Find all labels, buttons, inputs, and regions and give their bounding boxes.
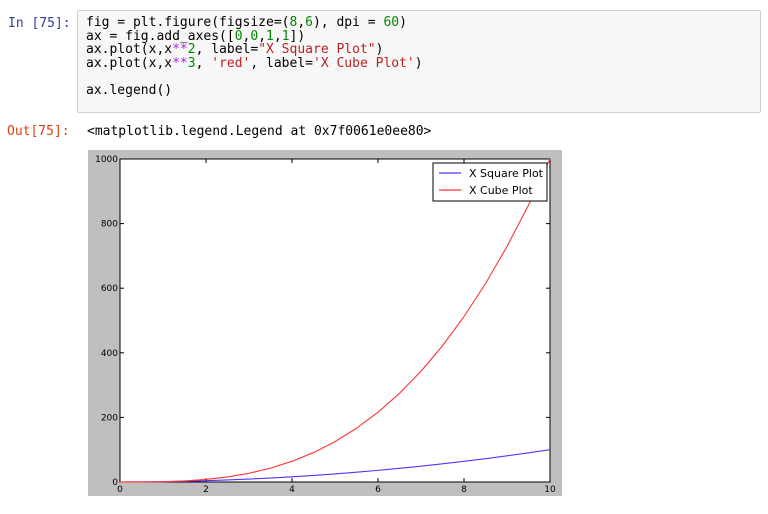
code-line: ax.plot(x,x**2, label="X Square Plot"): [86, 43, 760, 57]
x-tick-label: 0: [117, 485, 123, 495]
code-input-area[interactable]: fig = plt.figure(figsize=(8,6), dpi = 60…: [77, 10, 761, 113]
x-tick-label: 6: [375, 485, 381, 495]
code-token: 3: [187, 55, 196, 71]
code-token: ), dpi =: [312, 15, 384, 30]
axes-background: [119, 158, 551, 483]
y-tick-label: 0: [112, 478, 118, 488]
code-token: **: [172, 55, 188, 71]
code-token: 'X Cube Plot': [313, 55, 415, 71]
y-tick-label: 800: [101, 220, 118, 230]
code-editor[interactable]: fig = plt.figure(figsize=(8,6), dpi = 60…: [86, 16, 760, 97]
y-tick-label: 600: [101, 284, 118, 294]
input-prompt: In [75]:: [8, 16, 71, 31]
output-prompt: Out[75]:: [7, 124, 70, 139]
code-line: ax.legend(): [86, 82, 760, 98]
code-token: 6: [305, 15, 313, 30]
legend-label: X Cube Plot: [469, 184, 533, 197]
code-token: ax.plot(x,x: [86, 55, 173, 71]
code-token: , label=: [250, 55, 313, 71]
code-token: ax.legend(): [86, 82, 173, 98]
y-tick-label: 400: [101, 349, 118, 359]
x-tick-label: 10: [544, 485, 556, 495]
x-tick-label: 4: [289, 485, 295, 495]
x-tick-label: 2: [203, 485, 209, 495]
y-tick-label: 200: [101, 413, 118, 423]
code-line: fig = plt.figure(figsize=(8,6), dpi = 60…: [86, 16, 760, 30]
code-line: ax.plot(x,x**3, 'red', label='X Cube Plo…: [86, 55, 760, 71]
y-tick-label: 1000: [95, 155, 118, 165]
code-token: ): [414, 55, 423, 71]
code-token: 'red': [211, 55, 251, 71]
output-text: <matplotlib.legend.Legend at 0x7f0061e0e…: [87, 124, 432, 139]
legend: X Square Plot X Cube Plot: [432, 162, 548, 202]
code-token: 60: [383, 15, 400, 30]
code-token: ): [399, 15, 407, 30]
code-line: ax = fig.add_axes([0,0,1,1]): [86, 29, 760, 44]
x-tick-label: 8: [461, 485, 467, 495]
code-token: ,: [195, 55, 212, 71]
line-chart: 0 2 4 6 8 1002004006008001000 X Square PlotX …: [95, 155, 556, 495]
legend-label: X Square Plot: [469, 167, 544, 180]
plot-figure: 0 2 4 6 8 10 0 200 400 600 800 1000 X Square Plot X …: [88, 150, 562, 496]
